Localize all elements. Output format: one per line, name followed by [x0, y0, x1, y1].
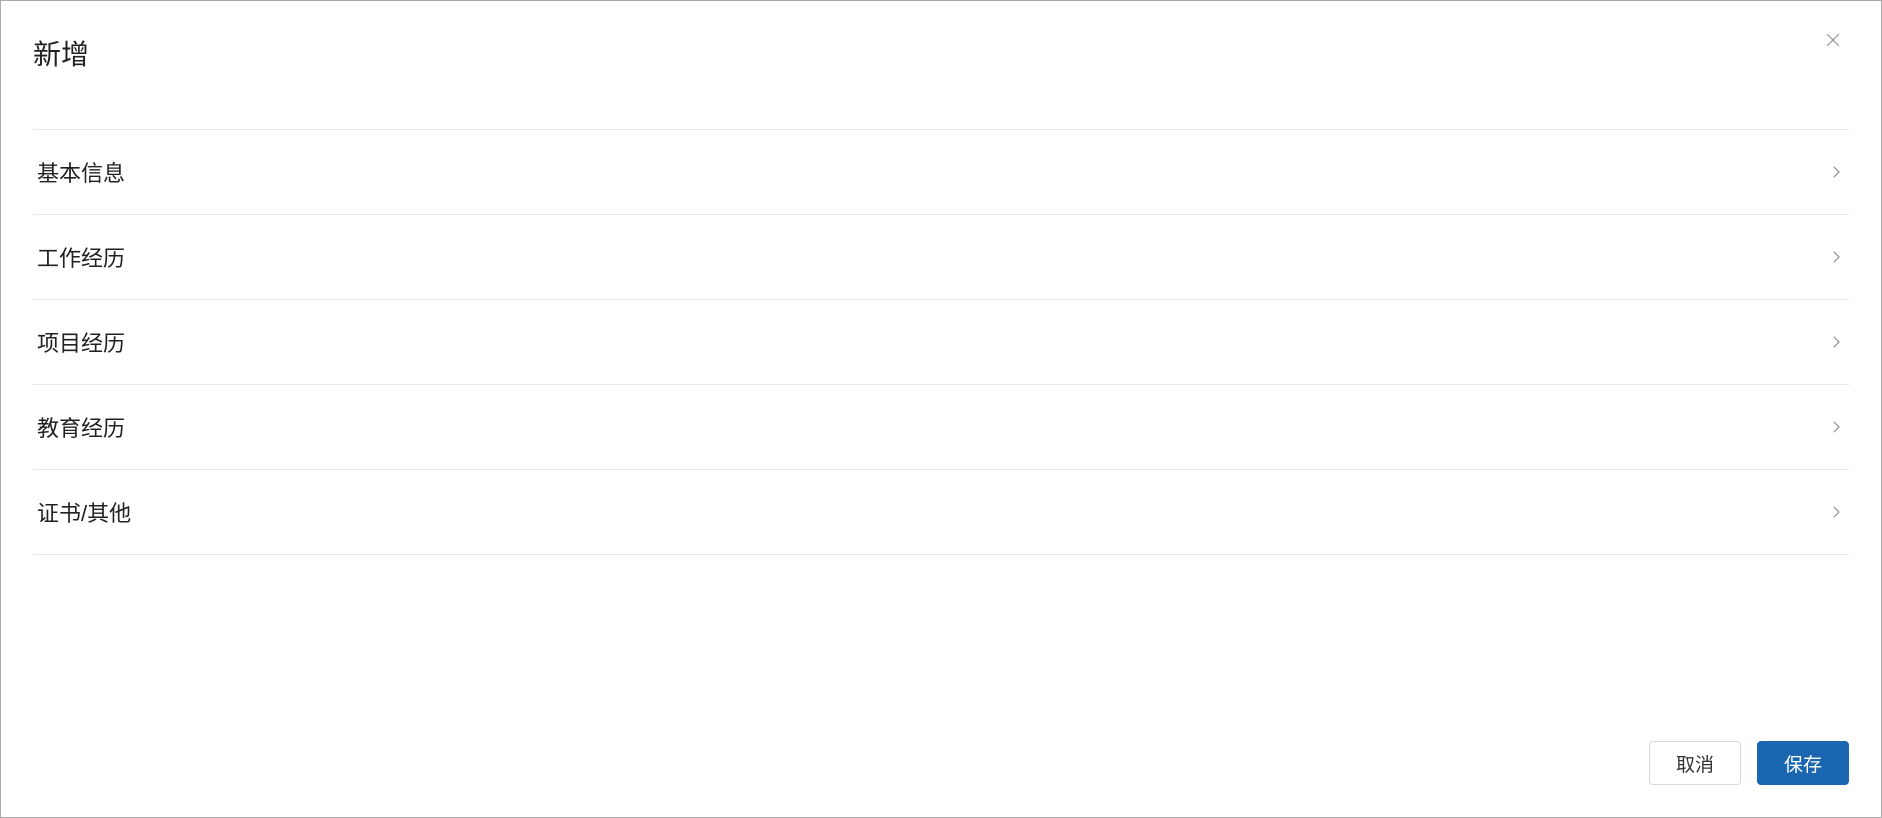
section-list: 基本信息 工作经历 项目经历 — [33, 129, 1849, 555]
chevron-right-icon — [1827, 163, 1845, 181]
save-button[interactable]: 保存 — [1757, 741, 1849, 785]
section-certificates-other[interactable]: 证书/其他 — [33, 469, 1849, 555]
section-label: 证书/其他 — [37, 496, 131, 528]
section-education-experience[interactable]: 教育经历 — [33, 384, 1849, 469]
section-label: 工作经历 — [37, 241, 125, 273]
close-icon — [1823, 30, 1843, 53]
close-button[interactable] — [1817, 25, 1849, 57]
section-work-experience[interactable]: 工作经历 — [33, 214, 1849, 299]
section-project-experience[interactable]: 项目经历 — [33, 299, 1849, 384]
chevron-right-icon — [1827, 418, 1845, 436]
cancel-button[interactable]: 取消 — [1649, 741, 1741, 785]
modal-body: 基本信息 工作经历 项目经历 — [1, 129, 1881, 717]
section-basic-info[interactable]: 基本信息 — [33, 129, 1849, 214]
chevron-right-icon — [1827, 248, 1845, 266]
modal-dialog: 新增 基本信息 工作经历 — [0, 0, 1882, 818]
modal-title: 新增 — [33, 33, 1849, 73]
section-label: 项目经历 — [37, 326, 125, 358]
chevron-right-icon — [1827, 503, 1845, 521]
section-label: 基本信息 — [37, 156, 125, 188]
modal-header: 新增 — [1, 1, 1881, 73]
section-label: 教育经历 — [37, 411, 125, 443]
modal-footer: 取消 保存 — [1, 717, 1881, 817]
chevron-right-icon — [1827, 333, 1845, 351]
